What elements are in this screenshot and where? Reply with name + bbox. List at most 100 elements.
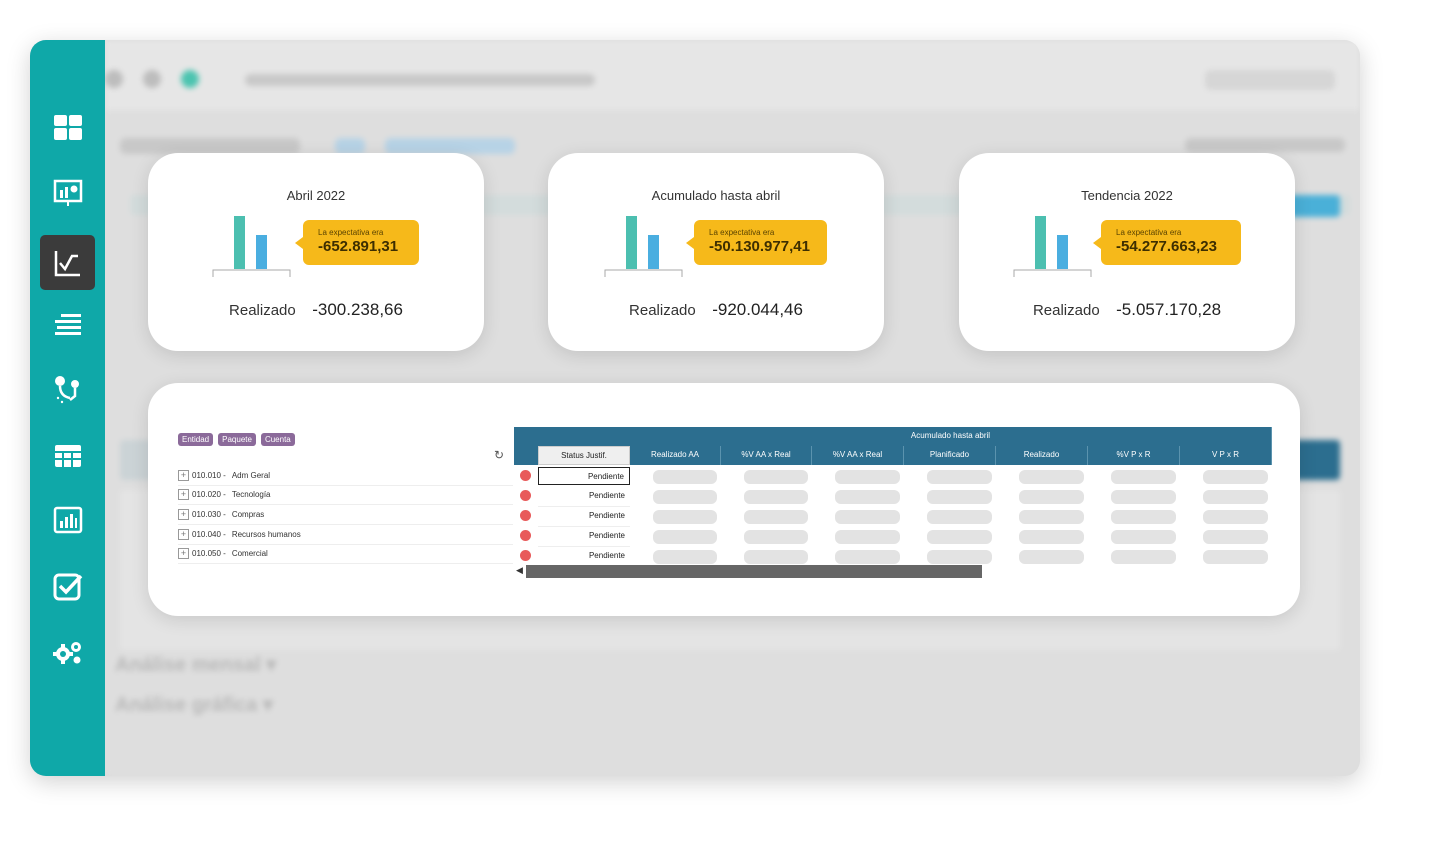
sidebar-item-table[interactable] (40, 428, 95, 483)
expand-icon[interactable]: + (178, 470, 189, 481)
sidebar-item-list[interactable] (40, 297, 95, 352)
kpi-card-trend: Tendencia 2022 La expectativa era -54.27… (959, 153, 1295, 351)
realizado-value: -920.044,46 (712, 300, 803, 319)
status-dot (520, 490, 531, 501)
scroll-left-icon[interactable]: ◀ (516, 565, 523, 576)
expectation-bubble: La expectativa era -50.130.977,41 (686, 220, 827, 265)
value-cell-placeholder (653, 530, 717, 544)
kpi-card-month: Abril 2022 La expectativa era -652.891,3… (148, 153, 484, 351)
value-cell-placeholder (1203, 550, 1268, 564)
value-cell-placeholder (653, 550, 717, 564)
expand-icon[interactable]: + (178, 489, 189, 500)
column-header[interactable]: Realizado AA (630, 446, 721, 465)
value-cell-placeholder (835, 510, 900, 524)
row-name: Compras (231, 510, 265, 519)
column-header[interactable]: %V P x R (1088, 446, 1180, 465)
tree-row[interactable]: +010.050 - Comercial (178, 544, 513, 564)
row-code: 010.010 - (192, 471, 226, 480)
realizado-value: -300.238,66 (312, 300, 403, 319)
realizado-label: Realizado (229, 302, 296, 319)
value-cell-placeholder (1111, 510, 1176, 524)
sidebar-item-report[interactable] (40, 492, 95, 547)
value-cell-placeholder (744, 510, 808, 524)
presentation-chart-icon (53, 179, 82, 206)
expand-icon[interactable]: + (178, 529, 189, 540)
expectation-value: -652.891,31 (318, 238, 399, 255)
realizado-row: Realizado -920.044,46 (548, 300, 884, 320)
status-dot (520, 530, 531, 541)
column-header[interactable]: Planificado (904, 446, 996, 465)
value-cell-placeholder (927, 510, 992, 524)
value-cell-placeholder (744, 470, 808, 484)
tree-row[interactable]: +010.040 - Recursos humanos (178, 525, 513, 545)
sidebar-item-line-chart[interactable] (40, 235, 95, 290)
value-cell-placeholder (1203, 510, 1268, 524)
grid-corner (514, 427, 538, 465)
kpi-bar-chart (1013, 216, 1092, 277)
value-cell-placeholder (835, 490, 900, 504)
value-cell-placeholder (1019, 470, 1084, 484)
refresh-icon[interactable]: ↻ (494, 448, 504, 462)
expectation-value: -50.130.977,41 (709, 238, 810, 255)
realizado-label: Realizado (629, 302, 696, 319)
status-cell[interactable]: Pendiente (538, 467, 630, 485)
row-name: Comercial (231, 549, 268, 558)
value-cell-placeholder (744, 490, 808, 504)
dashboard-icon (53, 114, 82, 140)
horizontal-scrollbar[interactable] (526, 565, 982, 578)
value-cell-placeholder (927, 530, 992, 544)
sidebar-item-tasks[interactable] (40, 558, 95, 613)
status-cell[interactable]: Pendiente (538, 527, 630, 547)
sidebar-item-workflow[interactable] (40, 362, 95, 417)
value-cell-placeholder (835, 530, 900, 544)
expectation-label: La expectativa era (709, 228, 775, 237)
column-header[interactable]: %V AA x Real (721, 446, 812, 465)
tree-row[interactable]: +010.030 - Compras (178, 505, 513, 525)
value-cell-placeholder (1111, 530, 1176, 544)
status-dot (520, 550, 531, 561)
kpi-bar-chart (604, 216, 683, 277)
status-header-top (538, 427, 630, 446)
value-cell-placeholder (1111, 490, 1176, 504)
value-cell-placeholder (1203, 490, 1268, 504)
kpi-card-accumulated: Acumulado hasta abril La expectativa era… (548, 153, 884, 351)
kpi-title: Acumulado hasta abril (651, 188, 781, 203)
status-cell[interactable]: Pendiente (538, 507, 630, 527)
tree-row[interactable]: +010.020 - Tecnología (178, 485, 513, 505)
value-cell-placeholder (1019, 490, 1084, 504)
value-cell-placeholder (1111, 470, 1176, 484)
row-name: Tecnología (231, 490, 271, 499)
sidebar-item-settings[interactable] (40, 624, 95, 679)
sidebar-item-dashboard[interactable] (40, 100, 95, 155)
value-cell-placeholder (744, 550, 808, 564)
tag-cuenta[interactable]: Cuenta (260, 433, 295, 446)
realizado-row: Realizado -300.238,66 (148, 300, 484, 320)
value-cell-placeholder (927, 490, 992, 504)
value-cell-placeholder (1019, 510, 1084, 524)
column-header[interactable]: %V AA x Real (812, 446, 904, 465)
tag-paquete[interactable]: Paquete (218, 433, 256, 446)
workflow-icon (54, 375, 79, 403)
status-dot (520, 470, 531, 481)
tag-entidad[interactable]: Entidad (178, 433, 214, 446)
sidebar (30, 40, 105, 776)
status-header[interactable]: Status Justif. (538, 446, 630, 465)
expectation-label: La expectativa era (1116, 228, 1182, 237)
tree-row[interactable]: +010.010 - Adm Geral (178, 466, 513, 486)
value-cell-placeholder (1203, 530, 1268, 544)
table-grid-icon (54, 444, 81, 467)
row-code: 010.030 - (192, 510, 226, 519)
column-header[interactable]: Realizado (996, 446, 1088, 465)
expectation-value: -54.277.663,23 (1116, 238, 1217, 255)
value-cell-placeholder (1019, 530, 1084, 544)
expand-icon[interactable]: + (178, 548, 189, 559)
value-cell-placeholder (1203, 470, 1268, 484)
value-cell-placeholder (1019, 550, 1084, 564)
status-cell[interactable]: Pendiente (538, 487, 630, 507)
settings-gears-icon (52, 641, 81, 664)
status-cell[interactable]: Pendiente (538, 547, 630, 567)
sidebar-item-presentation[interactable] (40, 165, 95, 220)
expand-icon[interactable]: + (178, 509, 189, 520)
column-header[interactable]: V P x R (1180, 446, 1272, 465)
value-cell-placeholder (835, 470, 900, 484)
